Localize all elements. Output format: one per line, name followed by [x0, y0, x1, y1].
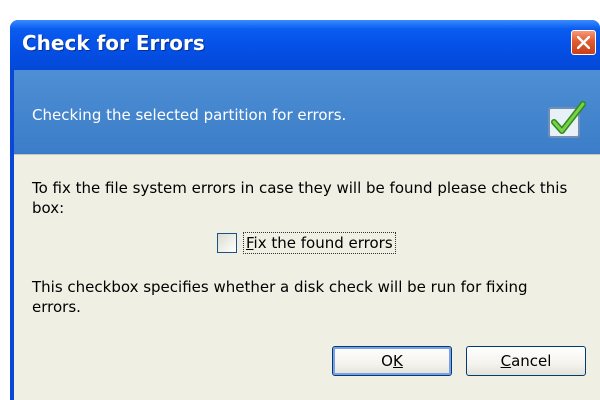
fix-errors-option[interactable]: Fix the found errors [217, 230, 396, 256]
instruction-text: To fix the file system errors in case th… [32, 179, 568, 217]
dialog-title: Check for Errors [22, 31, 205, 55]
fix-errors-checkbox[interactable] [217, 233, 237, 253]
ok-mnemonic: K [392, 352, 403, 370]
fix-errors-label-text: ix the found errors [253, 234, 393, 252]
checkbox-explanation: This checkbox specifies whether a disk c… [32, 278, 528, 316]
check-for-errors-dialog: Check for Errors Checking the selected p… [10, 20, 600, 400]
fix-errors-label[interactable]: Fix the found errors [243, 232, 396, 254]
header-text: Checking the selected partition for erro… [32, 106, 347, 124]
ok-label-text: O [381, 352, 393, 370]
cancel-label-text: ancel [511, 352, 552, 370]
cancel-mnemonic: C [500, 352, 512, 370]
header-panel: Checking the selected partition for erro… [14, 70, 600, 155]
close-icon [577, 36, 590, 49]
title-bar[interactable]: Check for Errors [10, 20, 600, 70]
cancel-button[interactable]: Cancel [466, 346, 586, 376]
ok-button[interactable]: OK [332, 346, 452, 376]
fix-errors-mnemonic: F [246, 234, 254, 252]
close-button[interactable] [571, 30, 596, 55]
dialog-body: Checking the selected partition for erro… [14, 70, 600, 400]
checkmark-icon [548, 101, 586, 138]
